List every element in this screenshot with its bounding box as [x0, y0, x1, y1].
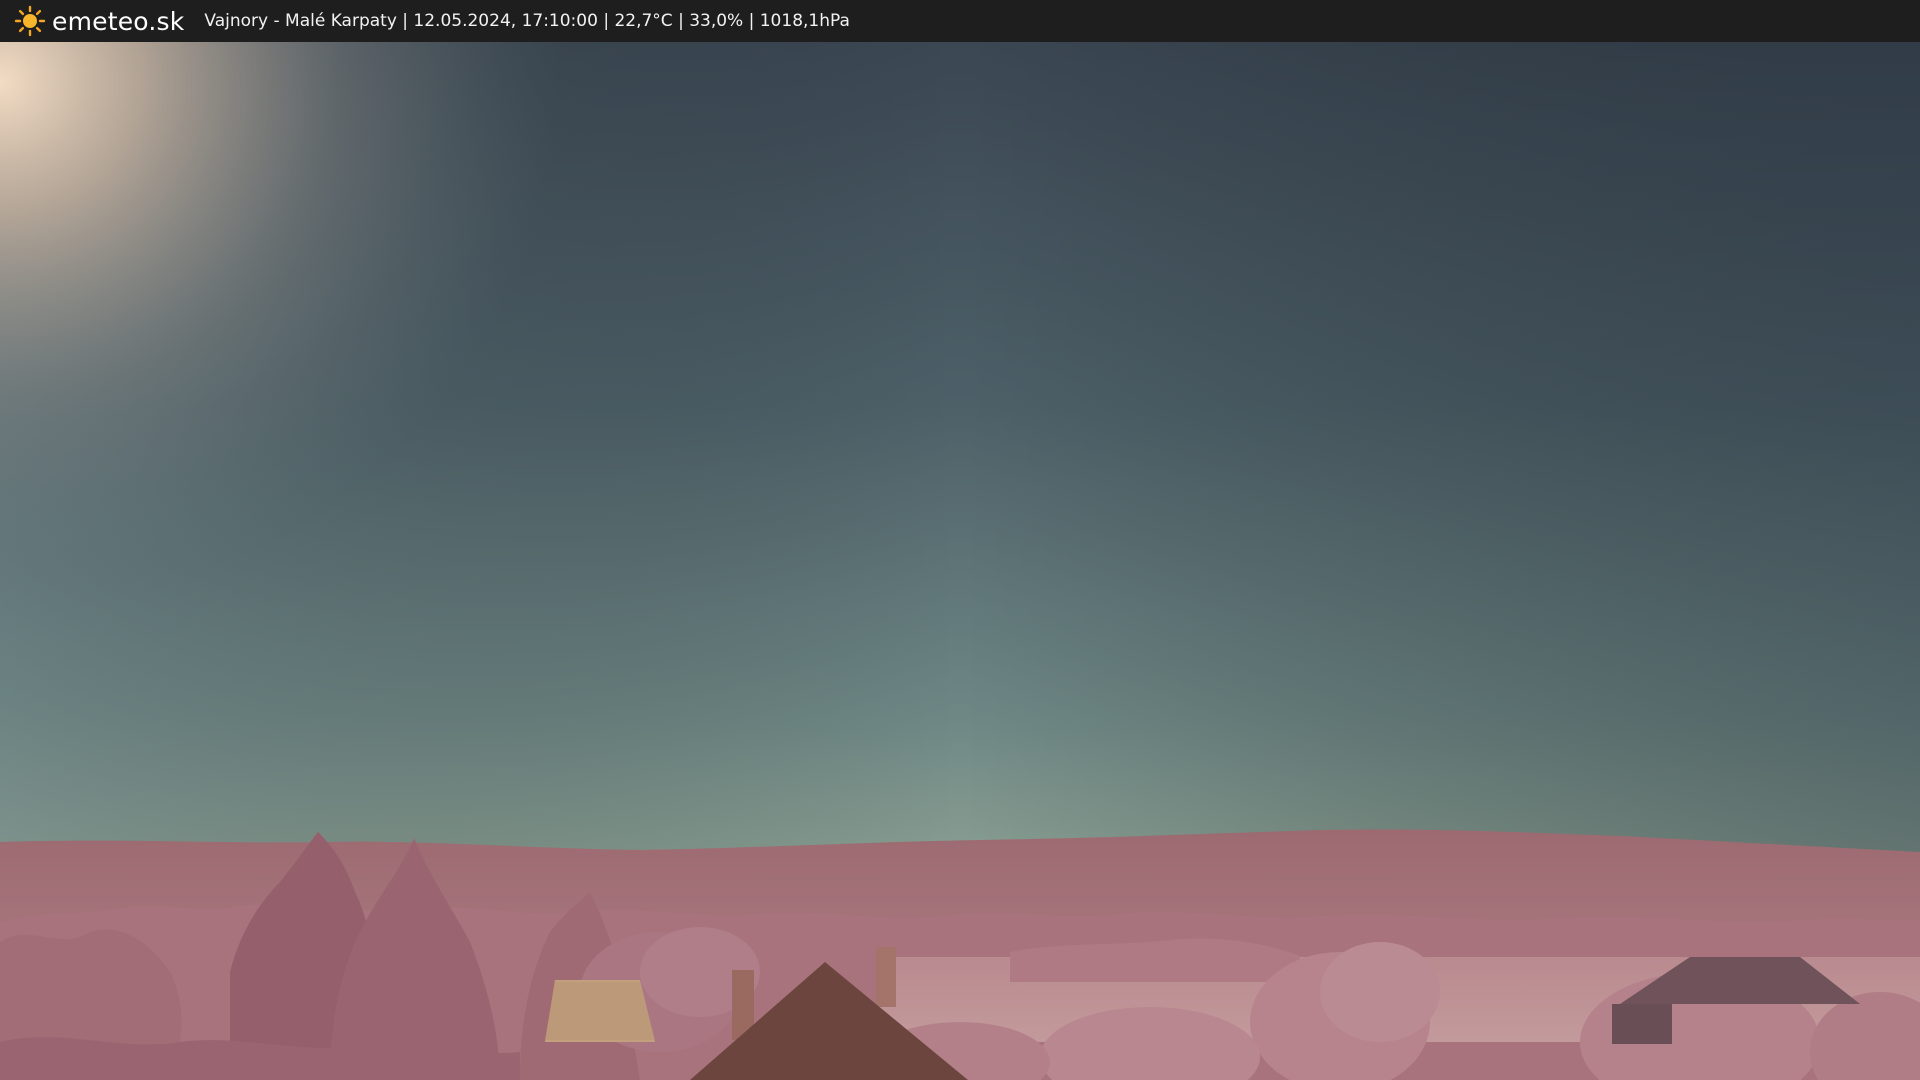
webcam-frame: emeteo.sk Vajnory - Malé Karpaty | 12.05…	[0, 0, 1920, 1080]
webcam-landscape-image	[0, 42, 1920, 1080]
sun-icon	[14, 5, 46, 37]
site-brand-name: emeteo.sk	[52, 6, 185, 36]
webcam-header-bar: emeteo.sk Vajnory - Malé Karpaty | 12.05…	[0, 0, 1920, 42]
webcam-caption: Vajnory - Malé Karpaty | 12.05.2024, 17:…	[204, 11, 850, 31]
site-logo: emeteo.sk	[14, 5, 184, 37]
